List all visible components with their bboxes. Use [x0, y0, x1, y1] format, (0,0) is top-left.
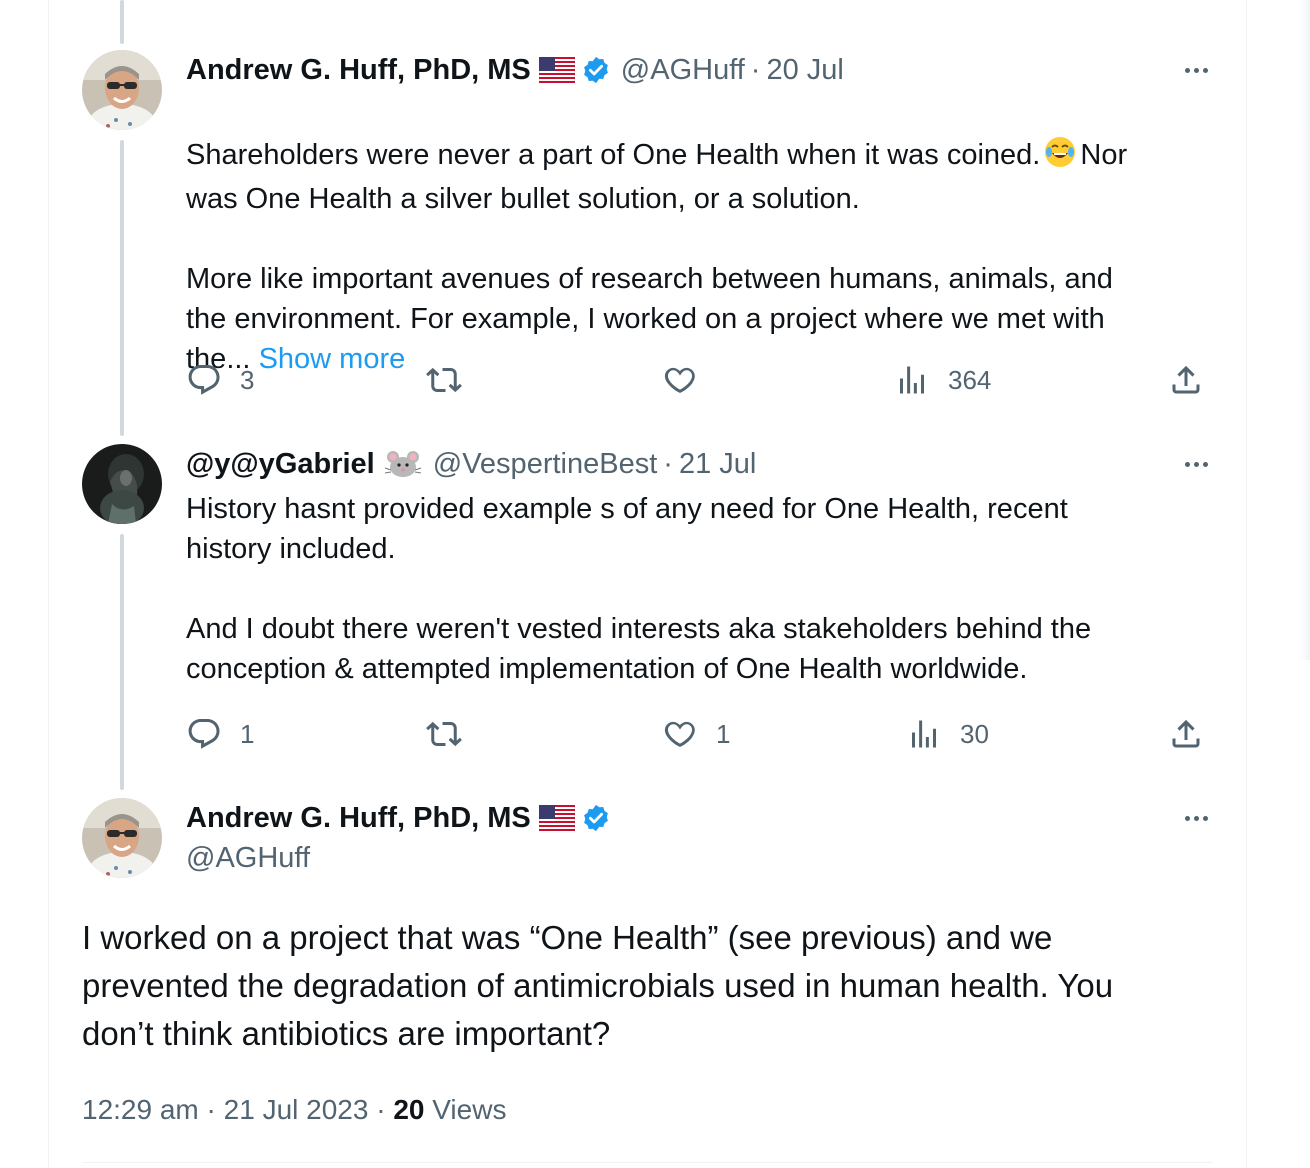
author-name[interactable]: @y@yGabriel	[186, 446, 375, 482]
reply-button[interactable]: 3	[186, 360, 254, 400]
views-button[interactable]: 30	[906, 714, 989, 754]
retweet-icon	[426, 716, 462, 752]
share-icon	[1168, 716, 1204, 752]
more-icon[interactable]	[1176, 452, 1216, 476]
main-tweet-handle-row: @AGHuff	[186, 840, 310, 876]
mouse-emoji-icon	[383, 449, 423, 479]
tweet-header: Andrew G. Huff, PhD, MS @AGHuff · 20 Jul	[186, 52, 844, 88]
like-count: 1	[716, 718, 731, 749]
like-icon	[662, 362, 698, 398]
more-icon[interactable]	[1176, 806, 1216, 830]
like-icon	[662, 716, 698, 752]
thread-line-top	[120, 0, 124, 44]
reply-count: 3	[240, 364, 255, 395]
separator-dot: ·	[376, 1094, 386, 1125]
main-tweet-header: Andrew G. Huff, PhD, MS	[186, 800, 611, 836]
retweet-button[interactable]	[426, 714, 462, 754]
views-count: 364	[948, 364, 992, 395]
retweet-button[interactable]	[426, 360, 462, 400]
flag-us-icon	[538, 805, 575, 831]
retweet-icon	[426, 362, 462, 398]
tweet-text-part2: Nor was One Health a silver bullet solut…	[186, 139, 1128, 375]
laughing-emoji-icon	[1044, 136, 1076, 179]
share-button[interactable]	[1168, 360, 1204, 400]
tweet-actions: 3 364	[186, 360, 1216, 400]
views-label: Views	[432, 1094, 507, 1125]
reply-button[interactable]: 1	[186, 714, 254, 754]
like-button[interactable]	[662, 360, 698, 400]
tweet-date[interactable]: 20 Jul	[766, 52, 843, 88]
tweet-meta: 12:29 am · 21 Jul 2023 · 20 Views	[82, 1090, 506, 1130]
views-icon	[894, 362, 930, 398]
tweet-time[interactable]: 12:29 am	[82, 1094, 199, 1125]
reply-icon	[186, 362, 222, 398]
divider	[82, 1162, 1212, 1163]
views-icon	[906, 716, 942, 752]
reply-icon	[186, 716, 222, 752]
tweet-text: Shareholders were never a part of One He…	[186, 95, 1216, 379]
tweet-text: History hasnt provided example s of any …	[186, 493, 1092, 685]
views-count: 30	[960, 718, 989, 749]
separator-dot: ·	[206, 1094, 216, 1125]
views-count: 20	[393, 1094, 425, 1125]
tweet-thread-page: Andrew G. Huff, PhD, MS @AGHuff · 20 Jul	[0, 0, 1310, 1168]
more-icon[interactable]	[1176, 58, 1216, 82]
avatar[interactable]	[82, 798, 162, 878]
avatar[interactable]	[82, 444, 162, 524]
avatar[interactable]	[82, 50, 162, 130]
views-button[interactable]: 364	[894, 360, 991, 400]
separator-dot: ·	[750, 54, 761, 86]
share-button[interactable]	[1168, 714, 1204, 754]
thread-line-2	[120, 534, 124, 790]
author-handle[interactable]: @AGHuff	[621, 52, 745, 88]
verified-badge-icon	[581, 55, 611, 85]
column-border-right	[1246, 0, 1247, 1168]
main-tweet-text: I worked on a project that was “One Heal…	[82, 919, 1114, 1052]
author-handle[interactable]: @VespertineBest	[433, 446, 658, 482]
edge-shade	[1300, 0, 1310, 660]
tweet-full-date[interactable]: 21 Jul 2023	[224, 1094, 369, 1125]
tweet-header: @y@yGabriel @VespertineBest · 21 Jul	[186, 446, 756, 482]
tweet-text-part1: Shareholders were never a part of One He…	[186, 139, 1041, 171]
tweet-actions: 1 1 30	[186, 714, 1216, 754]
author-name[interactable]: Andrew G. Huff, PhD, MS	[186, 52, 531, 88]
separator-dot: ·	[663, 448, 673, 480]
reply-count: 1	[240, 718, 255, 749]
share-icon	[1168, 362, 1204, 398]
like-button[interactable]: 1	[662, 714, 730, 754]
tweet-date[interactable]: 21 Jul	[679, 446, 756, 482]
author-handle[interactable]: @AGHuff	[186, 840, 310, 876]
thread-line-1	[120, 140, 124, 436]
verified-badge-icon	[581, 803, 611, 833]
flag-us-icon	[538, 57, 575, 83]
author-name[interactable]: Andrew G. Huff, PhD, MS	[186, 800, 531, 836]
column-border-left	[48, 0, 49, 1168]
